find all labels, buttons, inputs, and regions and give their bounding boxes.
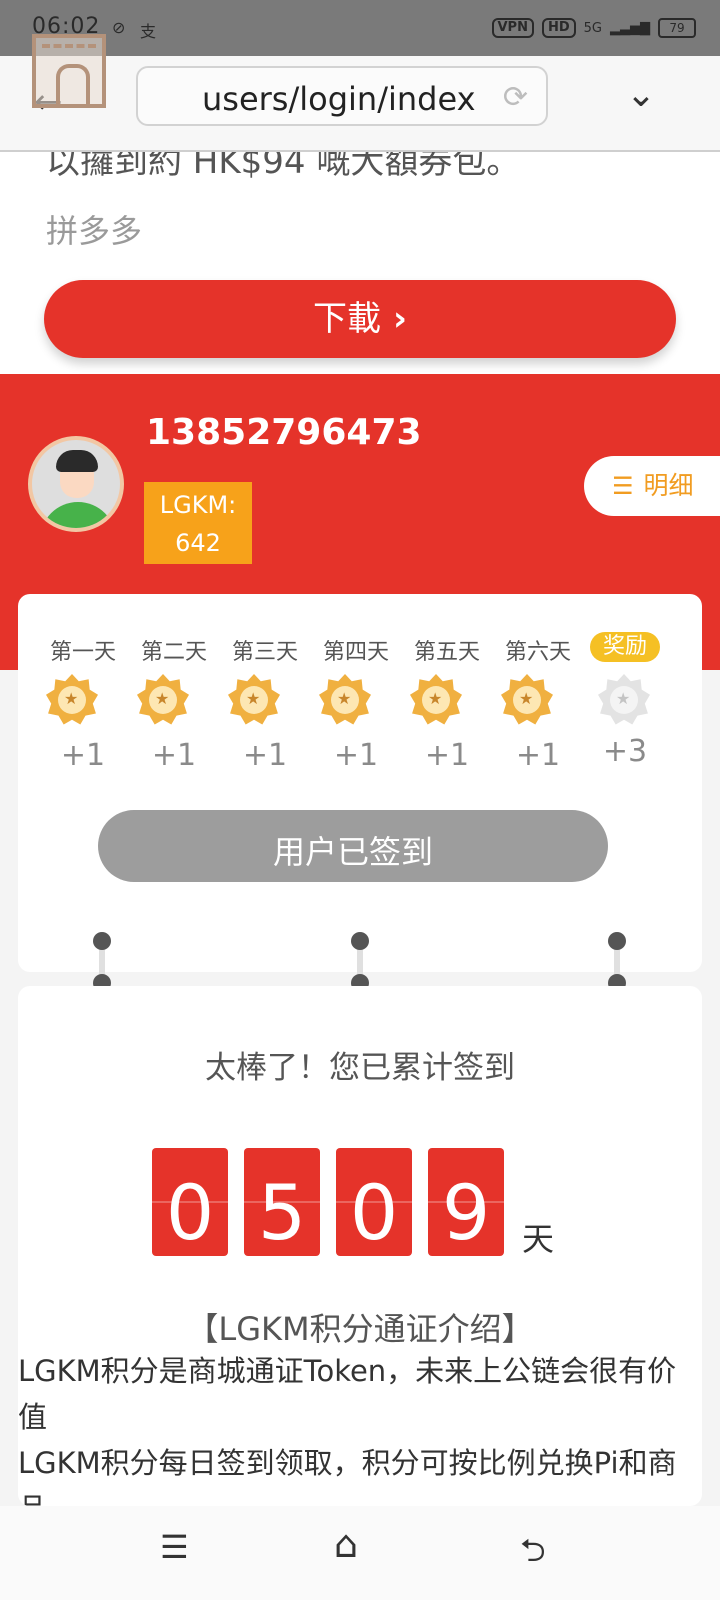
ad-banner: 以攞到約 HK$94 嘅大額券包。 拼多多 下載 › <box>0 152 720 374</box>
points-badge: LGKM: 642 <box>144 482 252 564</box>
day-label: 第一天 <box>49 640 116 665</box>
day-label: 第六天 <box>504 640 571 665</box>
signed-in-button[interactable]: 用户已签到 <box>98 810 608 882</box>
reload-icon[interactable]: ⟳ <box>503 80 528 115</box>
star-badge-icon: ★ <box>228 674 280 726</box>
total-message: 太棒了！您已累计签到 <box>205 1050 515 1086</box>
day-label: 第五天 <box>413 640 480 665</box>
day-label: 第四天 <box>322 640 389 665</box>
notification-icon: ⊘ <box>112 18 126 37</box>
intro-title: 【LGKM积分通证介绍】 <box>186 1310 534 1348</box>
counter-digit: 5 <box>244 1148 320 1256</box>
signal-icon: ▂▃▅▇ <box>610 20 650 36</box>
day-label: 第二天 <box>140 640 207 665</box>
binder-ring-icon <box>93 932 111 992</box>
counter-unit: 天 <box>522 1220 555 1258</box>
counter-digit: 0 <box>336 1148 412 1256</box>
day-points: +1 <box>333 738 379 773</box>
home-icon[interactable]: ⌂ <box>334 1522 358 1566</box>
star-badge-icon: ★ <box>319 674 371 726</box>
status-bar: 06:02 ⊘ 支 VPN HD 5G ▂▃▅▇ 79 <box>0 0 720 56</box>
url-bar[interactable]: users/login/index ⟳ <box>136 66 548 126</box>
star-badge-icon: ★ <box>137 674 189 726</box>
detail-button[interactable]: ☰ 明细 <box>584 456 720 516</box>
star-badge-icon: ★ <box>410 674 462 726</box>
list-icon: ☰ <box>612 472 634 500</box>
checkin-card: 第一天 第二天 第三天 第四天 第五天 第六天 奖励 ★ ★ ★ ★ ★ ★ ★… <box>18 594 702 972</box>
download-label: 下載 <box>312 299 381 339</box>
user-phone: 13852796473 <box>146 412 422 453</box>
vpn-indicator: VPN <box>491 18 534 38</box>
url-text: users/login/index <box>202 80 476 118</box>
binder-ring-icon <box>351 932 369 992</box>
bonus-label: 奖励 <box>590 632 660 662</box>
alipay-icon: 支 <box>140 22 157 41</box>
total-checkin-card: 太棒了！您已累计签到 0 5 0 9 天 【LGKM积分通证介绍】 LGKM积分… <box>18 986 702 1506</box>
ad-text: 以攞到約 HK$94 嘅大額券包。 <box>46 152 521 182</box>
chevron-down-icon[interactable]: ⌄ <box>626 74 656 115</box>
bonus-points: +3 <box>602 734 648 769</box>
detail-label: 明细 <box>643 471 694 500</box>
day-points: +1 <box>151 738 197 773</box>
battery-icon: 79 <box>658 18 696 38</box>
browser-bar: ← users/login/index ⟳ ⌄ <box>0 34 720 152</box>
points-value: 642 <box>175 529 221 557</box>
day-points: +1 <box>515 738 561 773</box>
day-points: +1 <box>424 738 470 773</box>
counter-digit: 0 <box>152 1148 228 1256</box>
day-points: +1 <box>242 738 288 773</box>
ad-brand: 拼多多 <box>46 212 143 250</box>
star-badge-icon: ★ <box>46 674 98 726</box>
back-icon[interactable]: ⮌ <box>520 1528 546 1582</box>
intro-line: LGKM积分每日签到领取，积分可按比例兑换Pi和商品 <box>18 1446 677 1506</box>
intro-text: LGKM积分是商城通证Token，未来上公链会很有价值 LGKM积分每日签到领取… <box>18 1348 702 1506</box>
intro-line: LGKM积分是商城通证Token，未来上公链会很有价值 <box>18 1354 677 1434</box>
star-badge-icon: ★ <box>501 674 553 726</box>
avatar <box>28 436 124 532</box>
binder-ring-icon <box>608 932 626 992</box>
chevron-right-icon: › <box>392 299 407 339</box>
menu-icon[interactable]: ☰ <box>160 1528 189 1566</box>
bonus-star-icon: ★ <box>598 674 650 726</box>
hd-indicator: HD <box>541 18 576 38</box>
counter-digit: 9 <box>428 1148 504 1256</box>
castle-tower-icon <box>32 34 106 108</box>
network-indicator: 5G <box>583 20 602 36</box>
day-points: +1 <box>60 738 106 773</box>
points-label: LGKM: <box>159 491 237 519</box>
system-nav-bar: ☰ ⌂ ⮌ <box>0 1506 720 1600</box>
download-button[interactable]: 下載 › <box>44 280 676 358</box>
day-label: 第三天 <box>231 640 298 665</box>
